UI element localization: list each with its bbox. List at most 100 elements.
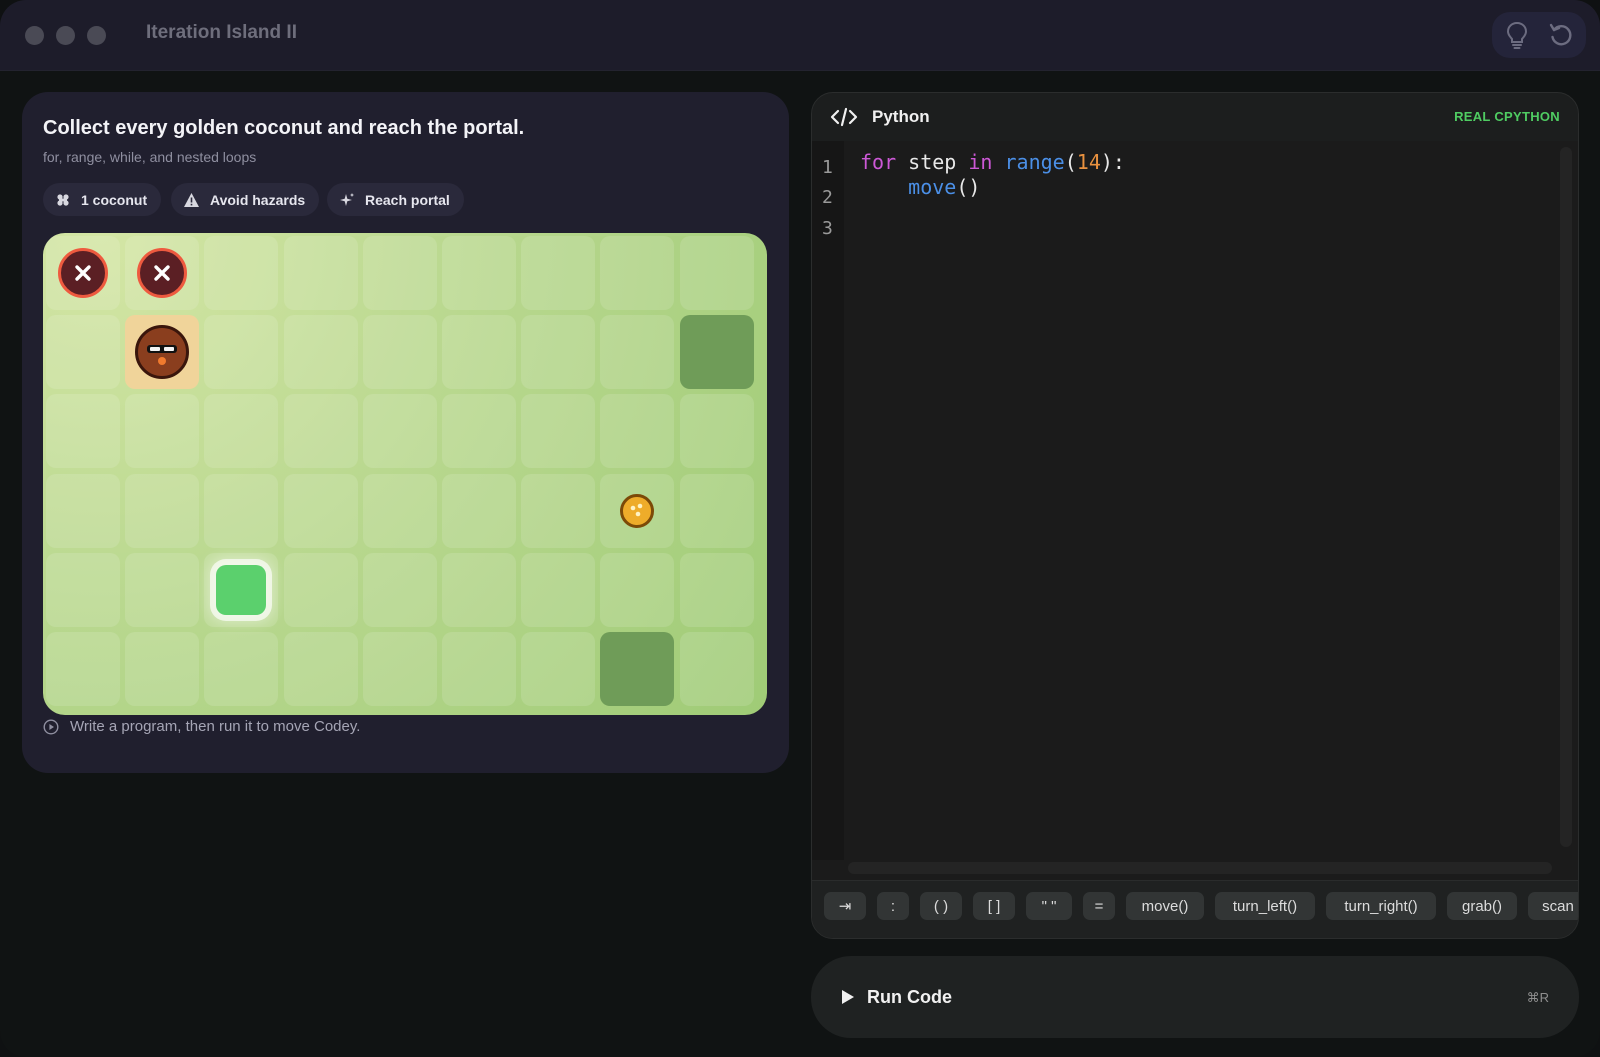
key-turn-left-button[interactable]: turn_left() bbox=[1215, 892, 1315, 920]
board-cell bbox=[679, 552, 754, 627]
board-cell bbox=[679, 473, 754, 548]
window-title: Iteration Island II bbox=[146, 22, 297, 43]
minimize-window-button[interactable] bbox=[56, 26, 75, 45]
board-cell bbox=[46, 632, 120, 706]
board-cell bbox=[283, 473, 358, 548]
board-cell bbox=[521, 473, 596, 548]
code-token: 14 bbox=[1076, 150, 1101, 174]
board-cell bbox=[442, 394, 516, 469]
board-cell bbox=[600, 236, 675, 310]
editor-header: Python REAL CPYTHON bbox=[812, 93, 1578, 141]
board-cell bbox=[521, 236, 596, 310]
board-cell bbox=[442, 473, 516, 548]
board-cell bbox=[46, 473, 120, 548]
board-cell bbox=[600, 394, 675, 469]
board-cell bbox=[600, 315, 675, 390]
key-turn-right-button[interactable]: turn_right() bbox=[1326, 892, 1436, 920]
key-grab-button[interactable]: grab() bbox=[1447, 892, 1517, 920]
key-colon-button[interactable]: : bbox=[877, 892, 909, 920]
chip-label: Avoid hazards bbox=[210, 191, 306, 208]
board-cell bbox=[362, 473, 437, 548]
status-text: Write a program, then run it to move Cod… bbox=[70, 718, 361, 735]
coconut-icon bbox=[57, 193, 69, 206]
code-area[interactable]: 1 2 3 for step in range(14): move() bbox=[812, 141, 1578, 880]
chip-reach-portal: Reach portal bbox=[327, 183, 464, 216]
key-tab-button[interactable]: ⇥ bbox=[824, 892, 866, 920]
key-parens-button[interactable]: ( ) bbox=[920, 892, 962, 920]
board-cell bbox=[521, 632, 596, 706]
close-window-button[interactable] bbox=[25, 26, 44, 45]
goal-title: Collect every golden coconut and reach t… bbox=[43, 117, 525, 139]
line-number: 2 bbox=[822, 187, 833, 208]
board-cell bbox=[46, 394, 120, 469]
board-cell bbox=[442, 236, 516, 310]
code-token: for bbox=[860, 150, 897, 174]
key-brackets-button[interactable]: [ ] bbox=[973, 892, 1015, 920]
code-token: () bbox=[956, 175, 981, 199]
title-bar: Iteration Island II bbox=[0, 0, 1600, 71]
board-cell bbox=[362, 236, 437, 310]
blocked-cell bbox=[679, 315, 754, 390]
board-cell bbox=[204, 236, 279, 310]
board-cell bbox=[362, 315, 437, 390]
board-cell bbox=[283, 315, 358, 390]
board-cell bbox=[679, 236, 754, 310]
hazard-icon bbox=[137, 248, 188, 298]
board-cell bbox=[521, 552, 596, 627]
board-cell bbox=[362, 632, 437, 706]
goal-subtitle: for, range, while, and nested loops bbox=[43, 149, 257, 165]
hint-button[interactable] bbox=[1502, 20, 1532, 50]
code-token: range bbox=[1004, 150, 1065, 174]
board-cell bbox=[283, 394, 358, 469]
chip-avoid-hazards: Avoid hazards bbox=[171, 183, 320, 216]
code-token: ): bbox=[1100, 150, 1125, 174]
reset-button[interactable] bbox=[1546, 20, 1576, 50]
board-cell bbox=[125, 473, 200, 548]
board-cell bbox=[283, 236, 358, 310]
status-message: Write a program, then run it to move Cod… bbox=[43, 718, 360, 735]
code-token: move bbox=[908, 175, 957, 199]
board-cell bbox=[204, 632, 279, 706]
horizontal-scrollbar[interactable] bbox=[848, 862, 1552, 874]
code-text[interactable]: for step in range(14): move() bbox=[860, 150, 1125, 200]
board-cell bbox=[125, 632, 200, 706]
level-card: Collect every golden coconut and reach t… bbox=[22, 92, 789, 773]
key-move-button[interactable]: move() bbox=[1126, 892, 1204, 920]
runtime-badge: REAL CPYTHON bbox=[1454, 109, 1560, 124]
line-gutter: 1 2 3 bbox=[812, 141, 844, 860]
code-shortcut-keys: ⇥: ( ) [ ] " " = move() turn_left() turn_right(… bbox=[812, 880, 1578, 938]
vertical-scrollbar[interactable] bbox=[1560, 147, 1572, 847]
reset-icon bbox=[1549, 23, 1572, 46]
board-cell bbox=[521, 315, 596, 390]
warning-icon bbox=[184, 192, 199, 207]
key-quotes-button[interactable]: " " bbox=[1026, 892, 1072, 920]
board-cell bbox=[442, 632, 516, 706]
game-board bbox=[43, 233, 767, 715]
board-cell bbox=[46, 315, 120, 390]
key-scan-button[interactable]: scan bbox=[1528, 892, 1578, 920]
chip-label: Reach portal bbox=[365, 191, 450, 208]
board-cell bbox=[362, 394, 437, 469]
code-editor-panel: Python REAL CPYTHON 1 2 3 for step in ra… bbox=[811, 92, 1579, 939]
key-equals-button[interactable]: = bbox=[1083, 892, 1115, 920]
sparkle-icon bbox=[340, 192, 354, 206]
code-token: in bbox=[968, 150, 993, 174]
chip-label: 1 coconut bbox=[81, 191, 148, 208]
board-cell bbox=[204, 473, 279, 548]
hazard-icon bbox=[58, 248, 108, 298]
run-code-button[interactable]: Run Code ⌘R bbox=[811, 956, 1579, 1038]
board-cell bbox=[204, 315, 279, 390]
toolbar-group bbox=[1492, 12, 1586, 58]
run-shortcut: ⌘R bbox=[1526, 990, 1549, 1005]
zoom-window-button[interactable] bbox=[87, 26, 106, 45]
board-cell bbox=[362, 552, 437, 627]
board-cell bbox=[283, 632, 358, 706]
board-cell bbox=[442, 552, 516, 627]
code-token: ( bbox=[1064, 150, 1077, 174]
portal-icon bbox=[216, 564, 267, 615]
play-icon bbox=[842, 990, 854, 1004]
line-number: 1 bbox=[822, 157, 833, 178]
line-number: 3 bbox=[822, 218, 833, 239]
board-cell bbox=[125, 394, 200, 469]
board-cell bbox=[600, 552, 675, 627]
